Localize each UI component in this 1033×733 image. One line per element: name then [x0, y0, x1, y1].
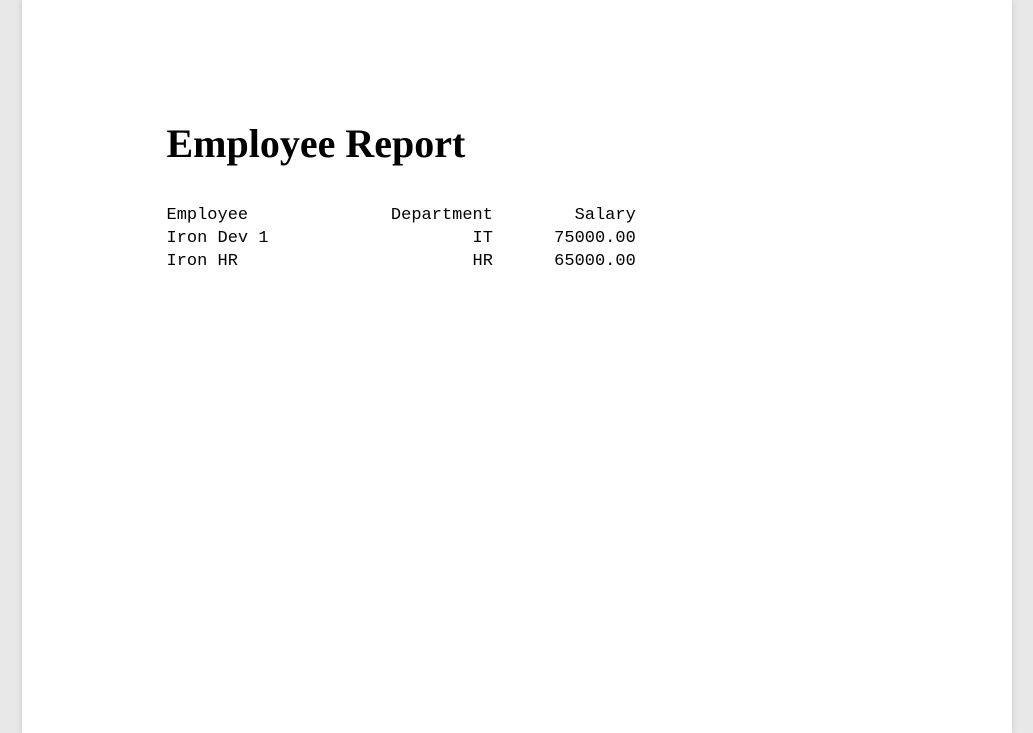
page-title: Employee Report — [167, 120, 867, 167]
document-page: Employee Report Employee Department Sala… — [22, 0, 1012, 733]
employee-table: Employee Department Salary Iron Dev 1 IT… — [167, 205, 867, 274]
